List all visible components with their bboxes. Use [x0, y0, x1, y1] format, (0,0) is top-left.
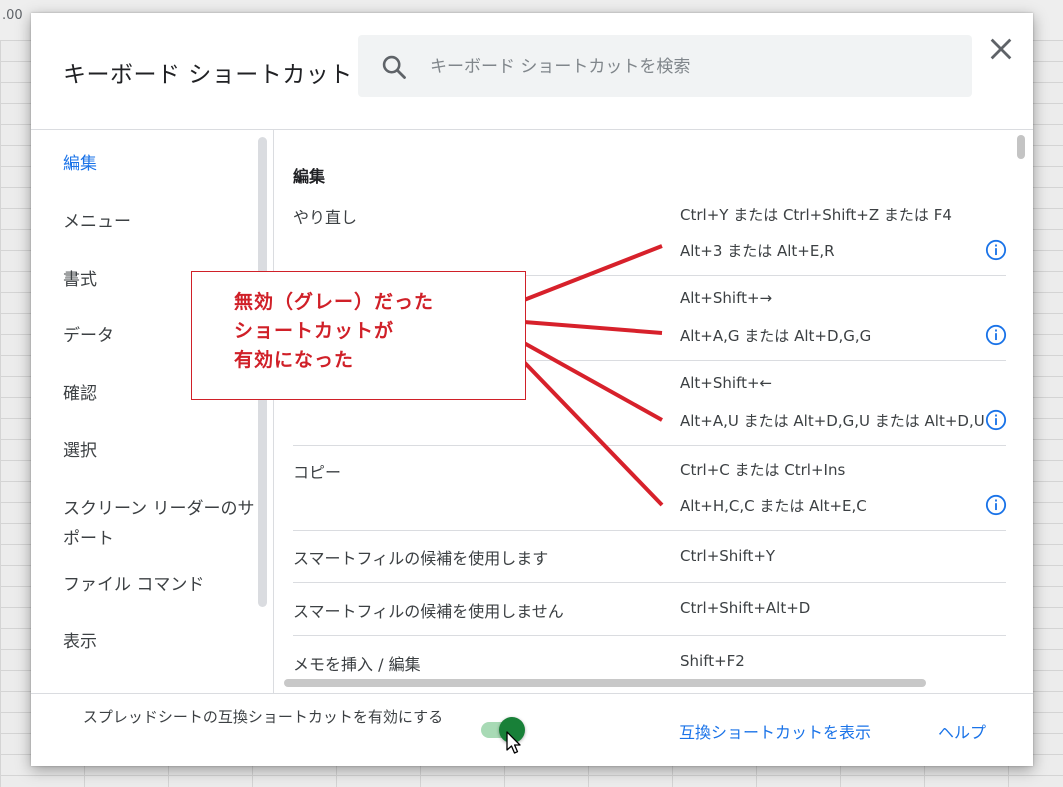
- sidebar-item-data[interactable]: データ: [63, 321, 114, 351]
- shortcut-search-box[interactable]: [358, 35, 972, 97]
- sidebar-item-menu[interactable]: メニュー: [63, 207, 131, 237]
- shortcut-key: Alt+H,C,C または Alt+E,C: [680, 497, 867, 515]
- info-icon[interactable]: [985, 494, 1007, 516]
- show-compat-shortcuts-link[interactable]: 互換ショートカットを表示: [679, 719, 871, 743]
- shortcut-key: Alt+A,U または Alt+D,G,U または Alt+D,U: [680, 412, 985, 430]
- annotation-callout: 無効（グレー）だった ショートカットが 有効になった: [191, 271, 526, 400]
- sidebar-item-screen-reader[interactable]: スクリーン リーダーのサ ポート: [63, 494, 255, 554]
- row-divider: [293, 635, 1006, 636]
- sidebar-item-review[interactable]: 確認: [63, 379, 97, 409]
- search-icon: [382, 55, 406, 79]
- annotation-text: 無効（グレー）だった ショートカットが 有効になった: [234, 291, 435, 371]
- shortcut-key: Alt+3 または Alt+E,R: [680, 242, 835, 260]
- shortcut-key: Ctrl+Shift+Alt+D: [680, 599, 811, 617]
- shortcut-key: Alt+A,G または Alt+D,G,G: [680, 327, 872, 345]
- shortcut-key: Ctrl+Y または Ctrl+Shift+Z または F4: [680, 206, 952, 224]
- shortcut-label: メモを挿入 / 編集: [293, 655, 421, 674]
- sidebar-item-edit[interactable]: 編集: [63, 149, 97, 179]
- shortcut-label: スマートフィルの候補を使用します: [293, 549, 549, 568]
- toolbar-decimal-button[interactable]: .00: [2, 8, 23, 23]
- sidebar-divider: [273, 130, 274, 693]
- dialog-title: キーボード ショートカット: [63, 62, 353, 88]
- shortcut-label-redo: やり直し: [293, 208, 358, 227]
- footer-divider: [31, 693, 1033, 694]
- help-link[interactable]: ヘルプ: [938, 719, 986, 743]
- row-divider: [293, 445, 1006, 446]
- main-vertical-scrollbar[interactable]: [1017, 135, 1025, 159]
- shortcut-key: Alt+Shift+←: [680, 374, 773, 392]
- shortcut-label-copy: コピー: [293, 463, 342, 482]
- info-icon[interactable]: [985, 324, 1007, 346]
- info-icon[interactable]: [985, 239, 1007, 261]
- sidebar-item-label-line2: ポート: [63, 529, 114, 549]
- shortcut-label: スマートフィルの候補を使用しません: [293, 602, 564, 621]
- sidebar-item-label: スクリーン リーダーのサ: [63, 499, 255, 519]
- main-horizontal-scrollbar[interactable]: [284, 679, 926, 687]
- shortcut-key: Shift+F2: [680, 652, 745, 670]
- close-icon[interactable]: [987, 35, 1015, 63]
- keyboard-shortcuts-dialog: キーボード ショートカット 編集 メニュー 書式 データ 確認 選択 スクリーン…: [31, 13, 1033, 766]
- sidebar-item-file-commands[interactable]: ファイル コマンド: [63, 570, 204, 600]
- mouse-pointer-icon: [506, 731, 521, 754]
- shortcut-key: Alt+Shift+→: [680, 289, 773, 307]
- header-divider: [31, 129, 1033, 130]
- sidebar-item-select[interactable]: 選択: [63, 436, 97, 466]
- compat-shortcut-toggle-label: スプレッドシートの互換ショートカットを有効にする: [82, 708, 444, 726]
- shortcut-key: Ctrl+Shift+Y: [680, 547, 776, 565]
- sidebar-item-format[interactable]: 書式: [63, 265, 97, 295]
- section-title: 編集: [293, 167, 326, 186]
- row-divider: [293, 582, 1006, 583]
- search-input[interactable]: [428, 51, 952, 83]
- info-icon[interactable]: [985, 409, 1007, 431]
- sidebar-item-view[interactable]: 表示: [63, 627, 97, 657]
- row-divider: [293, 530, 1006, 531]
- shortcut-key: Ctrl+C または Ctrl+Ins: [680, 461, 846, 479]
